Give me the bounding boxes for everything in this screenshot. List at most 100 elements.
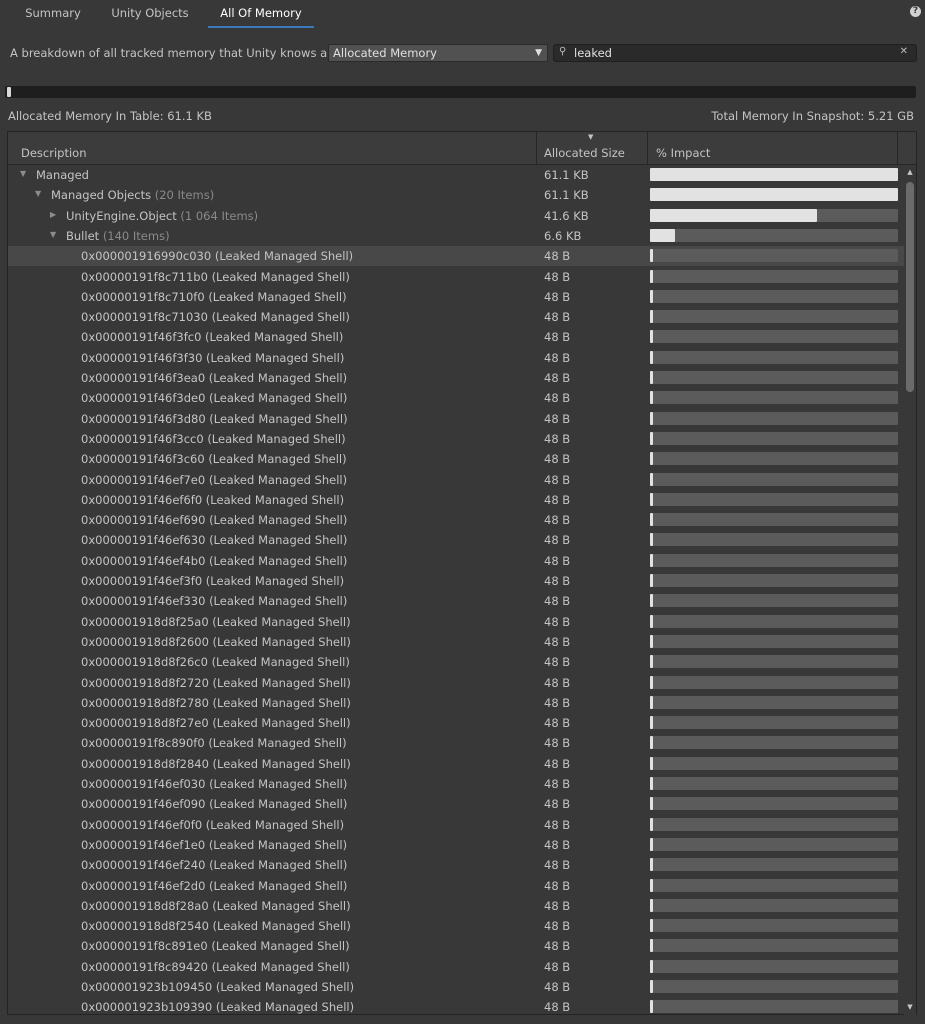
search-input[interactable] bbox=[574, 45, 874, 61]
expanded-arrow-icon[interactable]: ▼ bbox=[35, 189, 41, 198]
impact-bar-fill bbox=[650, 594, 653, 608]
table-row[interactable]: 0x000001918d8f2720 (Leaked Managed Shell… bbox=[8, 673, 904, 693]
impact-bar bbox=[650, 188, 898, 202]
table-row[interactable]: 0x00000191f46ef630 (Leaked Managed Shell… bbox=[8, 530, 904, 550]
help-icon[interactable]: ? bbox=[910, 6, 921, 17]
table-row[interactable]: 0x00000191f46ef690 (Leaked Managed Shell… bbox=[8, 510, 904, 530]
impact-bar-fill bbox=[650, 310, 653, 324]
table-row[interactable]: 0x000001918d8f2840 (Leaked Managed Shell… bbox=[8, 754, 904, 774]
row-allocated-size: 48 B bbox=[544, 919, 571, 934]
row-name: 0x00000191f46ef0f0 (Leaked Managed Shell… bbox=[81, 817, 345, 832]
table-row[interactable]: 0x00000191f46ef3f0 (Leaked Managed Shell… bbox=[8, 571, 904, 591]
table-row[interactable]: 0x00000191f46f3fc0 (Leaked Managed Shell… bbox=[8, 327, 904, 347]
table-row[interactable]: 0x00000191f46ef7e0 (Leaked Managed Shell… bbox=[8, 470, 904, 490]
row-name: 0x00000191f46ef090 (Leaked Managed Shell… bbox=[81, 797, 348, 812]
column-header-impact[interactable]: % Impact bbox=[648, 132, 898, 164]
table-row[interactable]: 0x00000191f46ef4b0 (Leaked Managed Shell… bbox=[8, 551, 904, 571]
table-row[interactable]: 0x00000191f46ef240 (Leaked Managed Shell… bbox=[8, 855, 904, 875]
row-name: 0x00000191f8c711b0 (Leaked Managed Shell… bbox=[81, 269, 350, 284]
clear-search-icon[interactable]: ✕ bbox=[900, 46, 908, 57]
impact-bar-fill bbox=[650, 452, 653, 466]
expanded-arrow-icon[interactable]: ▼ bbox=[50, 230, 56, 239]
row-allocated-size: 48 B bbox=[544, 634, 571, 649]
table-row[interactable]: 0x00000191f46f3f30 (Leaked Managed Shell… bbox=[8, 348, 904, 368]
impact-bar-fill bbox=[650, 878, 653, 892]
table-row[interactable]: 0x00000191f46ef0f0 (Leaked Managed Shell… bbox=[8, 815, 904, 835]
breakdown-description: A breakdown of all tracked memory that U… bbox=[10, 46, 357, 60]
row-allocated-size: 48 B bbox=[544, 736, 571, 751]
table-row[interactable]: 0x000001916990c030 (Leaked Managed Shell… bbox=[8, 246, 904, 267]
row-allocated-size: 48 B bbox=[544, 492, 571, 507]
scroll-up-icon[interactable]: ▲ bbox=[906, 168, 914, 178]
table-row[interactable]: 0x000001918d8f25a0 (Leaked Managed Shell… bbox=[8, 612, 904, 632]
tree-group-row[interactable]: ▼ Bullet (140 Items) 6.6 KB bbox=[8, 226, 904, 246]
table-row[interactable]: 0x000001918d8f2540 (Leaked Managed Shell… bbox=[8, 916, 904, 936]
row-description: 0x00000191f8c711b0 (Leaked Managed Shell… bbox=[81, 270, 350, 284]
table-row[interactable]: 0x00000191f8c890f0 (Leaked Managed Shell… bbox=[8, 733, 904, 753]
row-description: 0x000001918d8f2840 (Leaked Managed Shell… bbox=[81, 757, 351, 771]
vertical-scrollbar[interactable]: ▲ ▼ bbox=[904, 165, 916, 1015]
impact-bar-fill bbox=[650, 553, 653, 567]
column-header-allocated-size[interactable]: ▼ Allocated Size bbox=[537, 132, 648, 164]
row-allocated-size: 48 B bbox=[544, 310, 571, 325]
impact-bar-fill bbox=[650, 513, 653, 527]
impact-bar-fill bbox=[650, 269, 653, 283]
table-row[interactable]: 0x00000191f46ef330 (Leaked Managed Shell… bbox=[8, 591, 904, 611]
impact-bar-fill bbox=[650, 898, 653, 912]
dropdown-caret-icon: ▼ bbox=[535, 48, 542, 58]
row-name: 0x00000191f46ef330 (Leaked Managed Shell… bbox=[81, 594, 348, 609]
table-row[interactable]: 0x00000191f46ef1e0 (Leaked Managed Shell… bbox=[8, 835, 904, 855]
table-row[interactable]: 0x000001918d8f27e0 (Leaked Managed Shell… bbox=[8, 713, 904, 733]
column-header-description[interactable]: Description bbox=[8, 132, 537, 164]
view-dropdown[interactable]: Allocated Memory ▼ bbox=[328, 44, 548, 62]
table-row[interactable]: 0x000001918d8f2780 (Leaked Managed Shell… bbox=[8, 693, 904, 713]
table-row[interactable]: 0x00000191f8c71030 (Leaked Managed Shell… bbox=[8, 307, 904, 327]
table-row[interactable]: 0x000001923b109390 (Leaked Managed Shell… bbox=[8, 997, 904, 1015]
row-description: 0x00000191f8c890f0 (Leaked Managed Shell… bbox=[81, 736, 347, 750]
table-row[interactable]: 0x00000191f46f3c60 (Leaked Managed Shell… bbox=[8, 449, 904, 469]
row-name: 0x000001918d8f2840 (Leaked Managed Shell… bbox=[81, 756, 351, 771]
row-allocated-size: 48 B bbox=[544, 289, 571, 304]
row-allocated-size: 48 B bbox=[544, 695, 571, 710]
expanded-arrow-icon[interactable]: ▼ bbox=[20, 169, 26, 178]
row-name: 0x00000191f46ef2d0 (Leaked Managed Shell… bbox=[81, 878, 348, 893]
table-row[interactable]: 0x000001918d8f28a0 (Leaked Managed Shell… bbox=[8, 896, 904, 916]
table-row[interactable]: 0x00000191f8c710f0 (Leaked Managed Shell… bbox=[8, 287, 904, 307]
impact-bar bbox=[650, 533, 898, 547]
tab-all-of-memory[interactable]: All Of Memory bbox=[208, 0, 314, 28]
table-row[interactable]: 0x00000191f46ef2d0 (Leaked Managed Shell… bbox=[8, 876, 904, 896]
table-row[interactable]: 0x00000191f46f3d80 (Leaked Managed Shell… bbox=[8, 409, 904, 429]
tab-summary[interactable]: Summary bbox=[12, 0, 94, 28]
row-allocated-size: 48 B bbox=[544, 777, 571, 791]
impact-bar bbox=[650, 939, 898, 953]
impact-bar-fill bbox=[650, 391, 653, 405]
table-row[interactable]: 0x00000191f8c711b0 (Leaked Managed Shell… bbox=[8, 267, 904, 287]
scroll-down-icon[interactable]: ▼ bbox=[906, 1003, 914, 1013]
table-row[interactable]: 0x00000191f46f3cc0 (Leaked Managed Shell… bbox=[8, 429, 904, 449]
table-row[interactable]: 0x000001923b109450 (Leaked Managed Shell… bbox=[8, 977, 904, 997]
row-name: 0x000001918d8f25a0 (Leaked Managed Shell… bbox=[81, 614, 351, 629]
table-row[interactable]: 0x00000191f46ef030 (Leaked Managed Shell… bbox=[8, 774, 904, 794]
table-row[interactable]: 0x00000191f8c89420 (Leaked Managed Shell… bbox=[8, 957, 904, 977]
tree-group-row[interactable]: ▶ UnityEngine.Object (1 064 Items) 41.6 KB bbox=[8, 206, 904, 226]
table-row[interactable]: 0x00000191f46f3de0 (Leaked Managed Shell… bbox=[8, 388, 904, 408]
row-allocated-size: 48 B bbox=[544, 513, 571, 528]
row-allocated-size: 48 B bbox=[544, 939, 571, 954]
impact-bar-fill bbox=[650, 492, 653, 506]
tab-unity-objects[interactable]: Unity Objects bbox=[102, 0, 198, 28]
table-row[interactable]: 0x00000191f46ef6f0 (Leaked Managed Shell… bbox=[8, 490, 904, 510]
row-allocated-size: 6.6 KB bbox=[544, 228, 582, 243]
table-row[interactable]: 0x00000191f8c891e0 (Leaked Managed Shell… bbox=[8, 936, 904, 956]
table-row[interactable]: 0x000001918d8f26c0 (Leaked Managed Shell… bbox=[8, 652, 904, 672]
row-description: 0x000001918d8f25a0 (Leaked Managed Shell… bbox=[81, 615, 351, 629]
table-row[interactable]: 0x00000191f46f3ea0 (Leaked Managed Shell… bbox=[8, 368, 904, 388]
table-row[interactable]: 0x000001918d8f2600 (Leaked Managed Shell… bbox=[8, 632, 904, 652]
scrollbar-thumb[interactable] bbox=[906, 182, 914, 392]
row-allocated-size: 48 B bbox=[544, 837, 571, 852]
tree-group-row[interactable]: ▼ Managed Objects (20 Items) 61.1 KB bbox=[8, 185, 904, 205]
tree-group-row[interactable]: ▼ Managed 61.1 KB bbox=[8, 165, 904, 185]
table-row[interactable]: 0x00000191f46ef090 (Leaked Managed Shell… bbox=[8, 794, 904, 814]
collapsed-arrow-icon[interactable]: ▶ bbox=[50, 210, 56, 219]
search-field[interactable]: ⚲ ✕ bbox=[553, 44, 917, 62]
row-allocated-size: 48 B bbox=[544, 716, 571, 731]
